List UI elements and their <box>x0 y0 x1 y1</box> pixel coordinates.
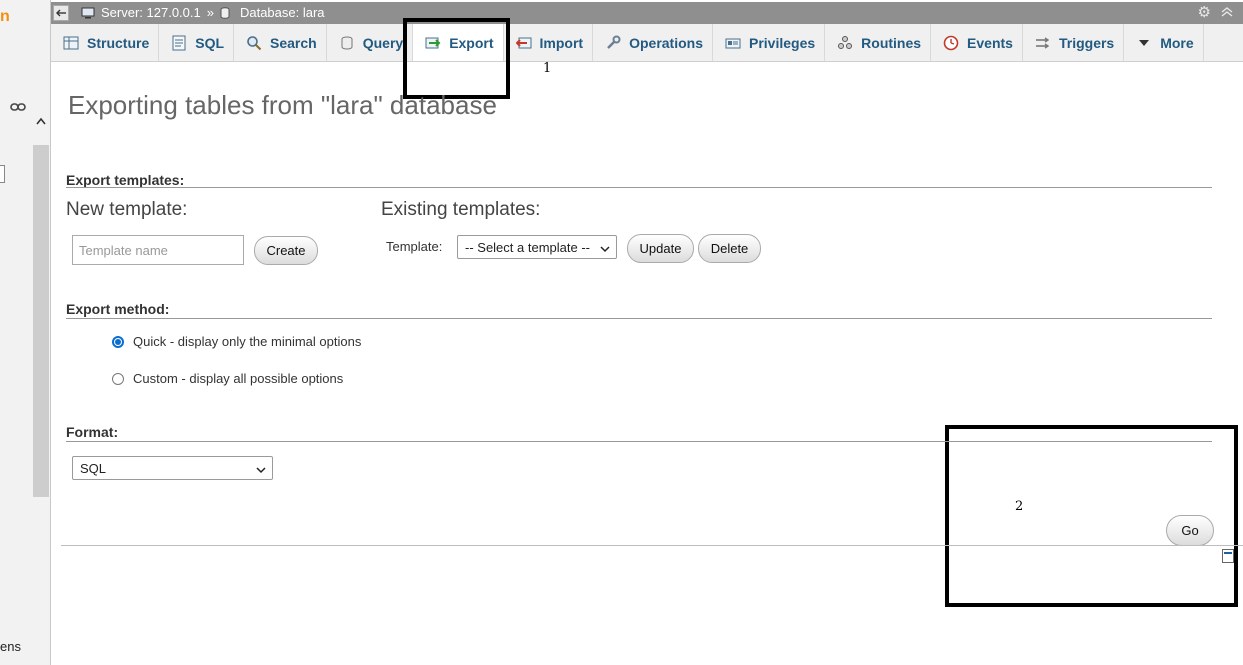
triggers-icon <box>1035 35 1051 51</box>
tab-label: Triggers <box>1058 34 1115 51</box>
divider <box>66 187 1212 188</box>
tab-routines[interactable]: Routines <box>825 24 932 61</box>
navigation-scrollbar[interactable] <box>33 145 49 497</box>
divider <box>66 318 1212 319</box>
tab-privileges[interactable]: Privileges <box>713 24 826 61</box>
new-template-heading: New template: <box>66 199 188 220</box>
tab-label: Export <box>449 34 494 51</box>
chevron-down-icon <box>256 463 266 474</box>
tab-operations[interactable]: Operations <box>593 24 713 61</box>
server-icon <box>81 7 95 19</box>
format-select[interactable]: SQL <box>72 456 273 480</box>
custom-radio-label: Custom - display all possible options <box>133 371 344 386</box>
template-select-value: -- Select a template -- <box>465 239 590 255</box>
clock-icon <box>943 35 959 51</box>
tab-search[interactable]: Search <box>234 24 327 61</box>
collapse-navigation-button[interactable] <box>53 5 69 21</box>
tab-export[interactable]: Export <box>413 24 504 61</box>
quick-radio[interactable] <box>112 335 124 348</box>
format-label: Format: <box>66 424 119 440</box>
delete-template-button[interactable]: Delete <box>698 234 761 263</box>
divider <box>66 441 1212 442</box>
page-title: Exporting tables from "lara" database <box>68 90 497 120</box>
breadcrumb-bar: Server: 127.0.0.1 » Database: lara ⚙ <box>51 2 1243 24</box>
template-select[interactable]: -- Select a template -- <box>457 235 617 259</box>
tab-triggers[interactable]: Triggers <box>1023 24 1125 61</box>
tab-label: SQL <box>195 34 225 51</box>
tab-label: Structure <box>87 34 150 51</box>
create-template-button[interactable]: Create <box>254 236 318 265</box>
divider <box>61 545 1243 546</box>
tab-query[interactable]: Query <box>327 24 414 61</box>
tab-bar: Structure SQL Search Query Export Import… <box>51 24 1243 62</box>
wrench-icon <box>605 35 621 51</box>
annotation-label-1: 1 <box>543 61 552 76</box>
annotation-label-2: 2 <box>1015 499 1024 514</box>
custom-export-option[interactable]: Custom - display all possible options <box>112 371 343 386</box>
tab-label: Routines <box>861 34 922 51</box>
topbar-actions: ⚙ <box>1198 5 1233 21</box>
breadcrumb-separator: » <box>206 5 214 20</box>
collapse-up-icon[interactable] <box>1221 5 1233 21</box>
breadcrumb: Server: 127.0.0.1 » Database: lara <box>81 5 325 20</box>
scroll-up-arrow[interactable] <box>33 112 49 132</box>
tab-label: Privileges <box>749 34 816 51</box>
privileges-icon <box>725 35 741 51</box>
import-icon <box>515 35 532 51</box>
arrow-left-icon <box>56 9 66 17</box>
routines-icon <box>837 35 853 51</box>
tab-more[interactable]: More <box>1124 24 1204 61</box>
go-button[interactable]: Go <box>1166 515 1214 546</box>
export-method-label: Export method: <box>66 301 170 317</box>
export-icon <box>425 35 441 51</box>
existing-templates-heading: Existing templates: <box>381 199 541 220</box>
logo-fragment: n <box>0 8 10 25</box>
tab-label: More <box>1160 34 1194 51</box>
quick-radio-label: Quick - display only the minimal options <box>133 334 362 349</box>
database-icon <box>220 6 234 19</box>
breadcrumb-server[interactable]: Server: 127.0.0.1 <box>101 5 201 20</box>
left-navigation-panel: n ens <box>0 0 51 665</box>
template-name-input[interactable] <box>72 235 244 265</box>
tab-events[interactable]: Events <box>931 24 1023 61</box>
tab-import[interactable]: Import <box>504 24 594 61</box>
tab-sql[interactable]: SQL <box>159 24 235 61</box>
structure-icon <box>63 35 79 51</box>
format-select-value: SQL <box>80 460 107 476</box>
search-icon <box>246 35 262 51</box>
chevron-down-icon <box>600 242 610 253</box>
tab-label: Operations <box>629 34 703 51</box>
gear-icon[interactable]: ⚙ <box>1198 5 1211 21</box>
custom-radio[interactable] <box>112 372 124 385</box>
navigation-input-edge[interactable] <box>0 165 5 183</box>
export-templates-label: Export templates: <box>66 172 185 188</box>
template-label: Template: <box>386 239 443 254</box>
quick-export-option[interactable]: Quick - display only the minimal options <box>112 334 361 349</box>
breadcrumb-database[interactable]: Database: lara <box>240 5 325 20</box>
tab-label: Events <box>967 34 1013 51</box>
query-icon <box>339 35 355 51</box>
tab-label: Search <box>270 34 317 51</box>
tab-label: Query <box>362 34 404 51</box>
tab-structure[interactable]: Structure <box>51 24 160 61</box>
tab-label: Import <box>539 34 584 51</box>
sql-icon <box>171 35 187 51</box>
caret-down-icon <box>1136 35 1152 51</box>
update-template-button[interactable]: Update <box>627 234 694 263</box>
link-icon[interactable] <box>10 98 26 111</box>
console-toggle-icon[interactable] <box>1222 549 1234 563</box>
navigation-text-fragment: ens <box>0 639 21 654</box>
